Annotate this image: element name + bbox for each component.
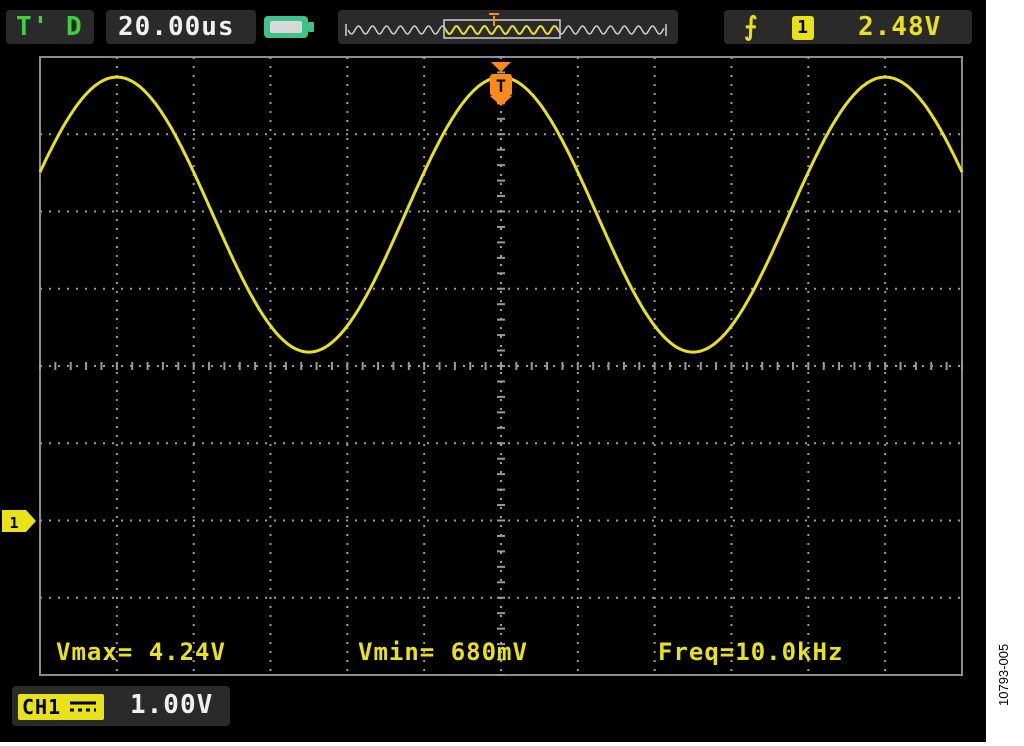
channel-1-badge: CH1 [18,694,104,720]
channel-1-label: CH1 [22,695,62,719]
channel-1-settings[interactable]: CH1 1.00V [12,686,230,726]
measurement-vmin: Vmin= 680mV [358,638,528,666]
figure-id-label: 10793-005 [996,643,1011,706]
oscilloscope-screen: T' D 20.00us ⨍ 1 2.48V T 1 Vmax= 4.24V V… [0,0,986,742]
channel-1-ground-marker[interactable]: 1 [2,510,36,532]
measurement-frequency: Freq=10.0kHz [658,638,844,666]
measurement-vmax: Vmax= 4.24V [56,638,226,666]
waveform-display: T 1 [2,56,964,676]
ground-marker-label: 1 [9,514,18,532]
channel-1-volts-per-div: 1.00V [130,690,214,720]
trigger-marker-label: T [496,77,506,97]
dc-coupling-icon [70,701,96,712]
